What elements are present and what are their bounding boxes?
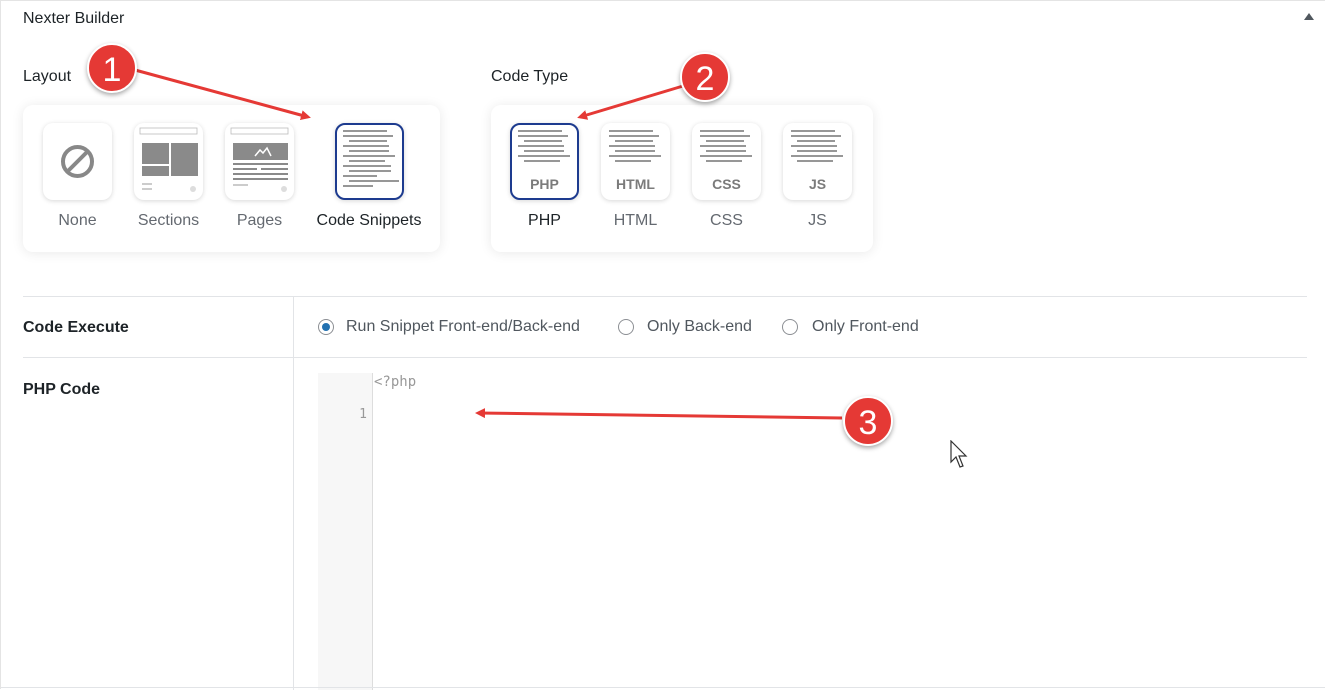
code-type-option-label: JS [808,212,827,229]
annotation-badge-1: 1 [87,43,137,93]
collapse-toggle-icon[interactable] [1304,13,1314,20]
php-tile: PHP [510,123,579,200]
code-lines-icon [342,130,399,187]
mouse-cursor-icon [950,440,968,468]
code-execute-label: Code Execute [23,319,129,336]
annotation-badge-2: 2 [680,52,730,102]
radio-only-front-end[interactable]: Only Front-end [782,318,919,336]
code-type-option-html[interactable]: HTML HTML [599,123,672,230]
code-snippets-tile [334,123,404,200]
panel-title: Nexter Builder [23,10,125,27]
code-lines-icon [700,130,756,166]
html-tag: HTML [616,176,655,192]
code-type-label: Code Type [491,68,569,85]
pages-tile [225,123,294,200]
code-type-option-php[interactable]: PHP PHP [508,123,581,230]
nexter-builder-panel: Nexter Builder Layout None Sections Page… [0,0,1325,690]
line-number: 1 [359,407,367,422]
layout-option-label: Pages [236,212,283,229]
pages-icon [230,127,289,192]
radio-circle[interactable] [618,319,634,335]
css-tile: CSS [692,123,761,200]
layout-option-sections[interactable]: Sections [132,123,205,230]
php-tag: PHP [530,176,559,192]
code-lines-icon [609,130,665,166]
layout-option-label: Sections [137,212,200,229]
radio-label: Only Back-end [647,318,752,335]
none-tile [43,123,112,200]
js-tile: JS [783,123,852,200]
divider [1,687,1325,688]
layout-option-code-snippets[interactable]: Code Snippets [314,123,424,230]
radio-circle-checked[interactable] [318,319,334,335]
layout-option-label: Code Snippets [316,212,422,229]
radio-run-snippet-both[interactable]: Run Snippet Front-end/Back-end [318,318,580,336]
divider [23,296,1307,297]
divider [23,357,1307,358]
layout-option-pages[interactable]: Pages [223,123,296,230]
code-type-option-label: CSS [710,212,743,229]
php-code-label: PHP Code [23,381,101,398]
code-type-options: PHP PHP HTML HTML CSS CSS JS JS [491,105,873,252]
radio-label: Run Snippet Front-end/Back-end [346,318,580,335]
none-icon [61,145,94,178]
code-lines-icon [791,130,847,166]
radio-label: Only Front-end [812,318,919,335]
column-divider [293,297,294,690]
layout-option-none[interactable]: None [41,123,114,230]
css-tag: CSS [712,176,741,192]
layout-label: Layout [23,68,72,85]
code-type-option-js[interactable]: JS JS [781,123,854,230]
annotation-badge-3: 3 [843,396,893,446]
html-tile: HTML [601,123,670,200]
code-lines-icon [518,130,574,166]
js-tag: JS [808,176,827,192]
sections-icon [139,127,198,192]
code-type-option-label: PHP [528,212,561,229]
radio-only-back-end[interactable]: Only Back-end [618,318,752,336]
php-code-editor[interactable] [374,401,1304,690]
layout-option-label: None [58,212,97,229]
code-type-option-css[interactable]: CSS CSS [690,123,763,230]
sections-tile [134,123,203,200]
code-type-option-label: HTML [613,212,658,229]
php-open-tag: <?php [374,374,417,390]
layout-options: None Sections Pages Code Snippets [23,105,440,252]
radio-circle[interactable] [782,319,798,335]
